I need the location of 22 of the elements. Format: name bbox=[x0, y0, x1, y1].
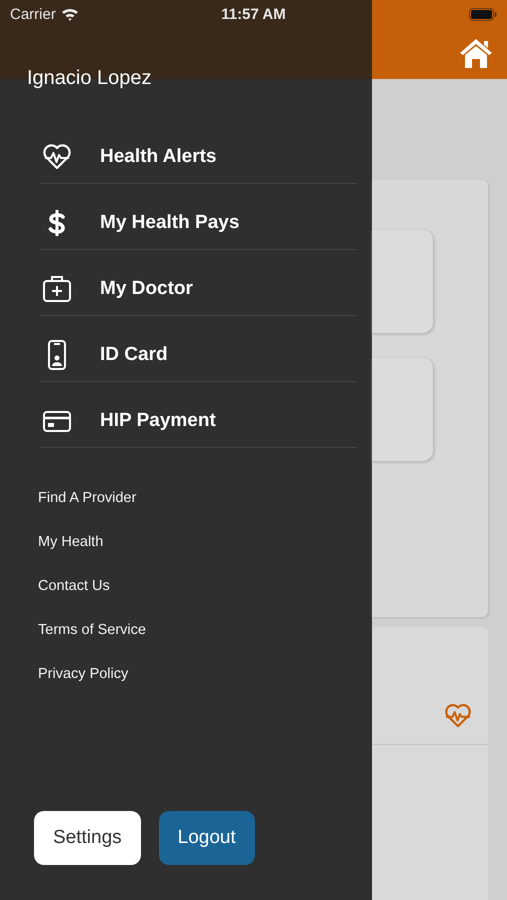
medical-bag-icon bbox=[41, 273, 73, 305]
tile-card[interactable] bbox=[372, 230, 433, 333]
menu-item[interactable]: My Doctor bbox=[100, 277, 193, 301]
drawer-link[interactable]: Terms of Service bbox=[38, 608, 146, 652]
menu-item[interactable]: My Health Pays bbox=[100, 211, 240, 235]
tile-card[interactable] bbox=[372, 358, 433, 461]
battery-icon bbox=[468, 8, 497, 20]
drawer-link[interactable]: My Health bbox=[38, 520, 104, 564]
status-time: 11:57 AM bbox=[221, 6, 286, 22]
heart-pulse-icon bbox=[443, 702, 473, 728]
wifi-icon bbox=[60, 7, 79, 21]
menu-item[interactable]: HIP Payment bbox=[100, 409, 216, 433]
user-name: Ignacio Lopez bbox=[27, 66, 152, 91]
carrier-label: Carrier bbox=[10, 6, 56, 22]
home-icon[interactable] bbox=[459, 37, 493, 69]
menu-item[interactable]: ID Card bbox=[100, 343, 168, 367]
drawer-link[interactable]: Contact Us bbox=[38, 564, 110, 608]
settings-button[interactable]: Settings bbox=[34, 811, 141, 865]
menu-item[interactable]: Health Alerts bbox=[100, 145, 216, 169]
drawer-link[interactable]: Find A Provider bbox=[38, 476, 136, 520]
logout-button[interactable]: Logout bbox=[158, 811, 255, 865]
drawer-link[interactable]: Privacy Policy bbox=[38, 652, 128, 696]
